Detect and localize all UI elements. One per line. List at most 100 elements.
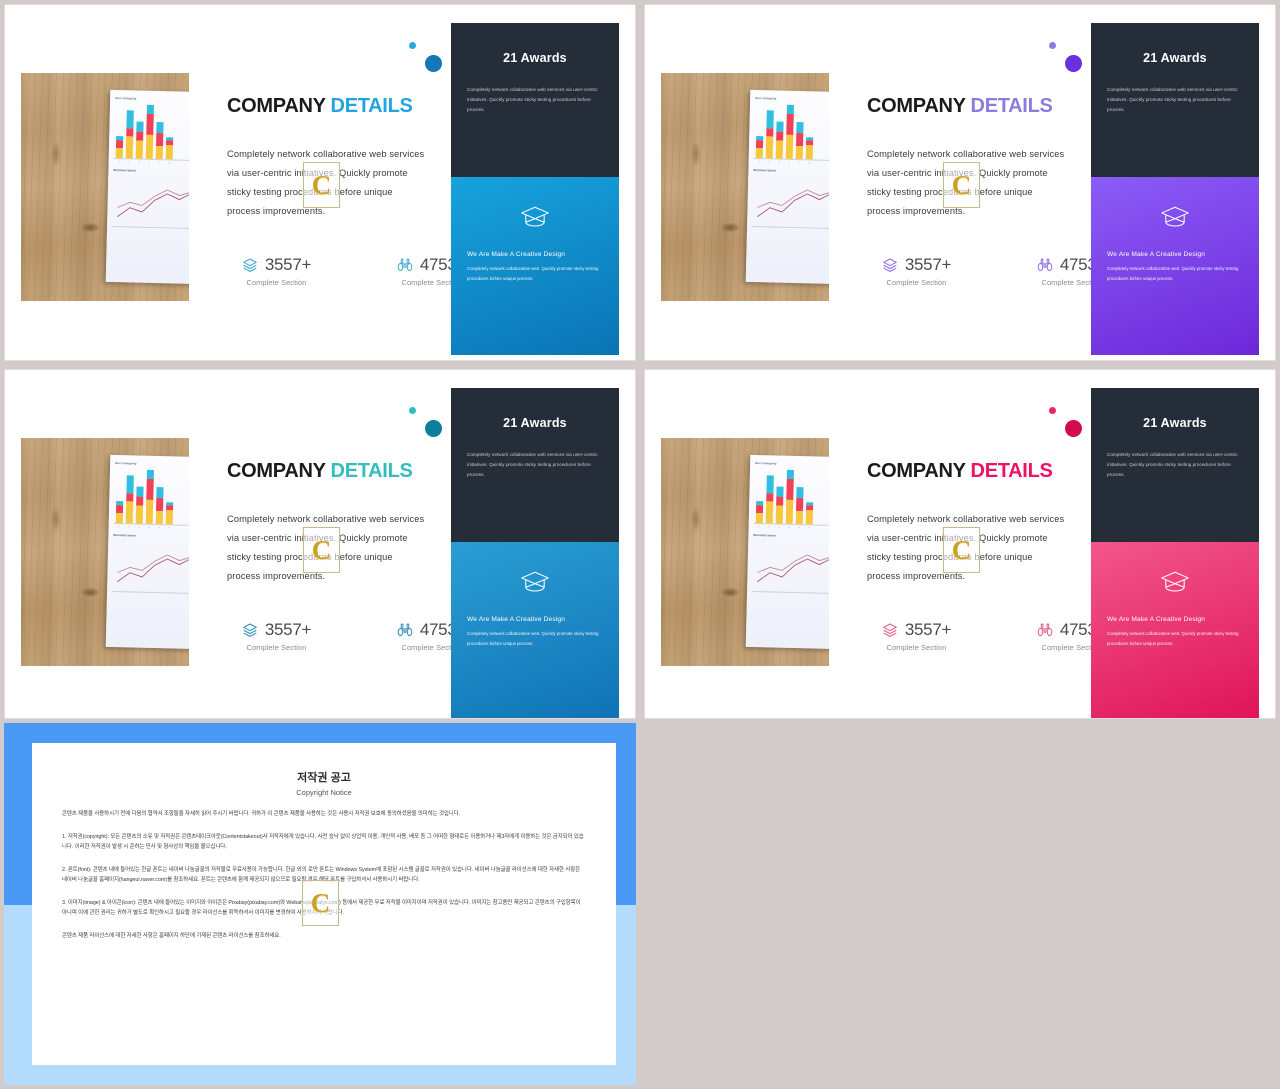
chart-bar (796, 487, 804, 525)
chart-bar (776, 121, 784, 159)
body-paragraph: Completely network collaborative web ser… (227, 149, 425, 216)
stat-label: Complete Section (886, 643, 947, 652)
chart-bar-segment (796, 146, 804, 160)
slide-purple[interactable]: Our company 123456 Business boost COMPAN… (644, 4, 1276, 361)
chart-bar-segment (146, 500, 154, 525)
awards-body: Completely network collaborative web ser… (467, 452, 598, 477)
page-title: COMPANY DETAILS (227, 460, 413, 483)
decor-dot-small (409, 407, 416, 414)
chart-bar-segment (126, 110, 135, 129)
slide-blue[interactable]: Our company 123456 Business boost COMPAN… (4, 4, 636, 361)
chart-bar-segment (136, 121, 144, 132)
chart-bar (766, 110, 775, 159)
copyright-clause-3: 3. 이미지(image) & 아이콘(icon): 콘텐츠 내에 들어있는 이… (62, 899, 581, 917)
headline-word-2: DETAILS (970, 460, 1053, 482)
slide-pink[interactable]: Our company 123456 Business boost COMPAN… (644, 369, 1276, 719)
chart-bar-segment (156, 498, 164, 512)
graduation-cap-icon (467, 570, 603, 594)
awards-title: 21 Awards (1143, 416, 1207, 430)
binoculars-icon (1037, 622, 1053, 638)
chart-bar (116, 135, 124, 159)
chart-bar-segment (796, 487, 804, 499)
chart-tick-label: 4 (788, 526, 791, 530)
chart-tick-label: 1 (118, 525, 121, 529)
awards-panel: 21 Awards Completely network collaborati… (1091, 23, 1259, 177)
chart-bar-segment (126, 136, 134, 159)
headline-word-1: COMPANY (867, 95, 966, 117)
copyright-clause-2: 2. 폰트(font): 콘텐츠 내에 들어있는 한글 폰트는 네이버 나눔글꼴… (62, 866, 581, 884)
right-feature-card: 21 Awards Completely network collaborati… (1091, 23, 1259, 355)
stat-value-row: 3557+ (219, 620, 334, 640)
headline-word-2: DETAILS (330, 460, 413, 482)
awards-title: 21 Awards (503, 416, 567, 430)
chart-bar-segment (806, 145, 814, 160)
stat-value-row: 3557+ (859, 620, 974, 640)
chart-tick-label: 5 (158, 161, 161, 165)
cta-title: We Are Make A Creative Design (1107, 616, 1206, 623)
headline-word-1: COMPANY (227, 460, 326, 482)
chart-bar-segment (116, 513, 124, 524)
decor-dot-small (1049, 42, 1056, 49)
layers-icon (882, 622, 898, 638)
chart-bar-segment (156, 133, 164, 147)
stat-label: Complete Section (246, 278, 307, 287)
chart-bar-segment (776, 121, 784, 132)
awards-panel: 21 Awards Completely network collaborati… (451, 388, 619, 542)
chart-bar (786, 104, 795, 160)
chart-bar-segment (146, 135, 154, 160)
stat-label: Complete Section (246, 643, 307, 652)
cta-body: Completely network collaborative web. Qu… (1107, 631, 1239, 646)
stat-value: 3557+ (904, 620, 952, 639)
stat-item: 3557+ Complete Section (219, 255, 334, 287)
cta-body: Completely network collaborative web. Qu… (1107, 266, 1239, 281)
desk-photo: Our company 123456 Business boost (661, 438, 829, 666)
chart-bar-segment (786, 479, 795, 501)
decor-dot-large (425, 55, 442, 72)
stat-item: 3557+ Complete Section (859, 620, 974, 652)
chart-bar-segment (776, 131, 784, 142)
chart-bar-segment (776, 496, 784, 507)
chart-tick-label: 1 (758, 160, 761, 164)
desk-photo: Our company 123456 Business boost (21, 438, 189, 666)
stat-value-row: 3557+ (859, 255, 974, 275)
headline-word-1: COMPANY (227, 95, 326, 117)
stat-item: 3557+ Complete Section (859, 255, 974, 287)
decor-dot-small (1049, 407, 1056, 414)
binoculars-icon (397, 622, 413, 638)
headline-word-2: DETAILS (970, 95, 1053, 117)
chart-bar-segment (136, 131, 144, 142)
chart-bar-segment (776, 141, 784, 159)
copyright-intro: 콘텐츠 제품을 사용하시기 전에 다음의 협약서 조항들을 자세히 읽어 주시기… (62, 811, 461, 817)
chart-bar-segment (126, 475, 135, 494)
slide-teal[interactable]: Our company 123456 Business boost COMPAN… (4, 369, 636, 719)
chart-bar-segment (126, 501, 134, 524)
copyright-notice-slide[interactable]: 저작권 공고 Copyright Notice 콘텐츠 제품을 사용하시기 전에… (4, 723, 636, 1085)
chart-tick-label: 4 (148, 161, 151, 165)
chart-bar-segment (786, 135, 794, 160)
chart-bar (136, 486, 144, 524)
chart-bar (766, 475, 775, 524)
chart-bar-segment (156, 146, 164, 160)
chart-bar-segment (766, 475, 775, 494)
cta-body: Completely network collaborative web. Qu… (467, 631, 599, 646)
chart-bar (116, 500, 124, 524)
chart-bar-segment (146, 114, 155, 136)
report-bar-axis: 1 2 3 4 5 6 (114, 159, 189, 165)
chart-bar-segment (166, 145, 174, 160)
chart-bar-segment (756, 148, 764, 159)
cta-panel: We Are Make A Creative Design Completely… (451, 177, 619, 355)
report-bar-axis: 1 2 3 4 5 6 (114, 524, 189, 530)
chart-tick-label: 6 (808, 526, 811, 530)
chart-tick-label: 5 (798, 161, 801, 165)
awards-body: Completely network collaborative web ser… (1107, 87, 1238, 112)
stat-value: 3557+ (264, 620, 312, 639)
chart-bar-segment (116, 148, 124, 159)
chart-bar (806, 502, 814, 525)
body-paragraph: Completely network collaborative web ser… (867, 149, 1065, 216)
headline-word-1: COMPANY (867, 460, 966, 482)
chart-bar-segment (166, 510, 174, 525)
report-paper: Our company 123456 Business boost (106, 90, 189, 284)
chart-bar-segment (766, 110, 775, 129)
chart-bar-segment (796, 133, 804, 147)
page-title: COMPANY DETAILS (867, 460, 1053, 483)
